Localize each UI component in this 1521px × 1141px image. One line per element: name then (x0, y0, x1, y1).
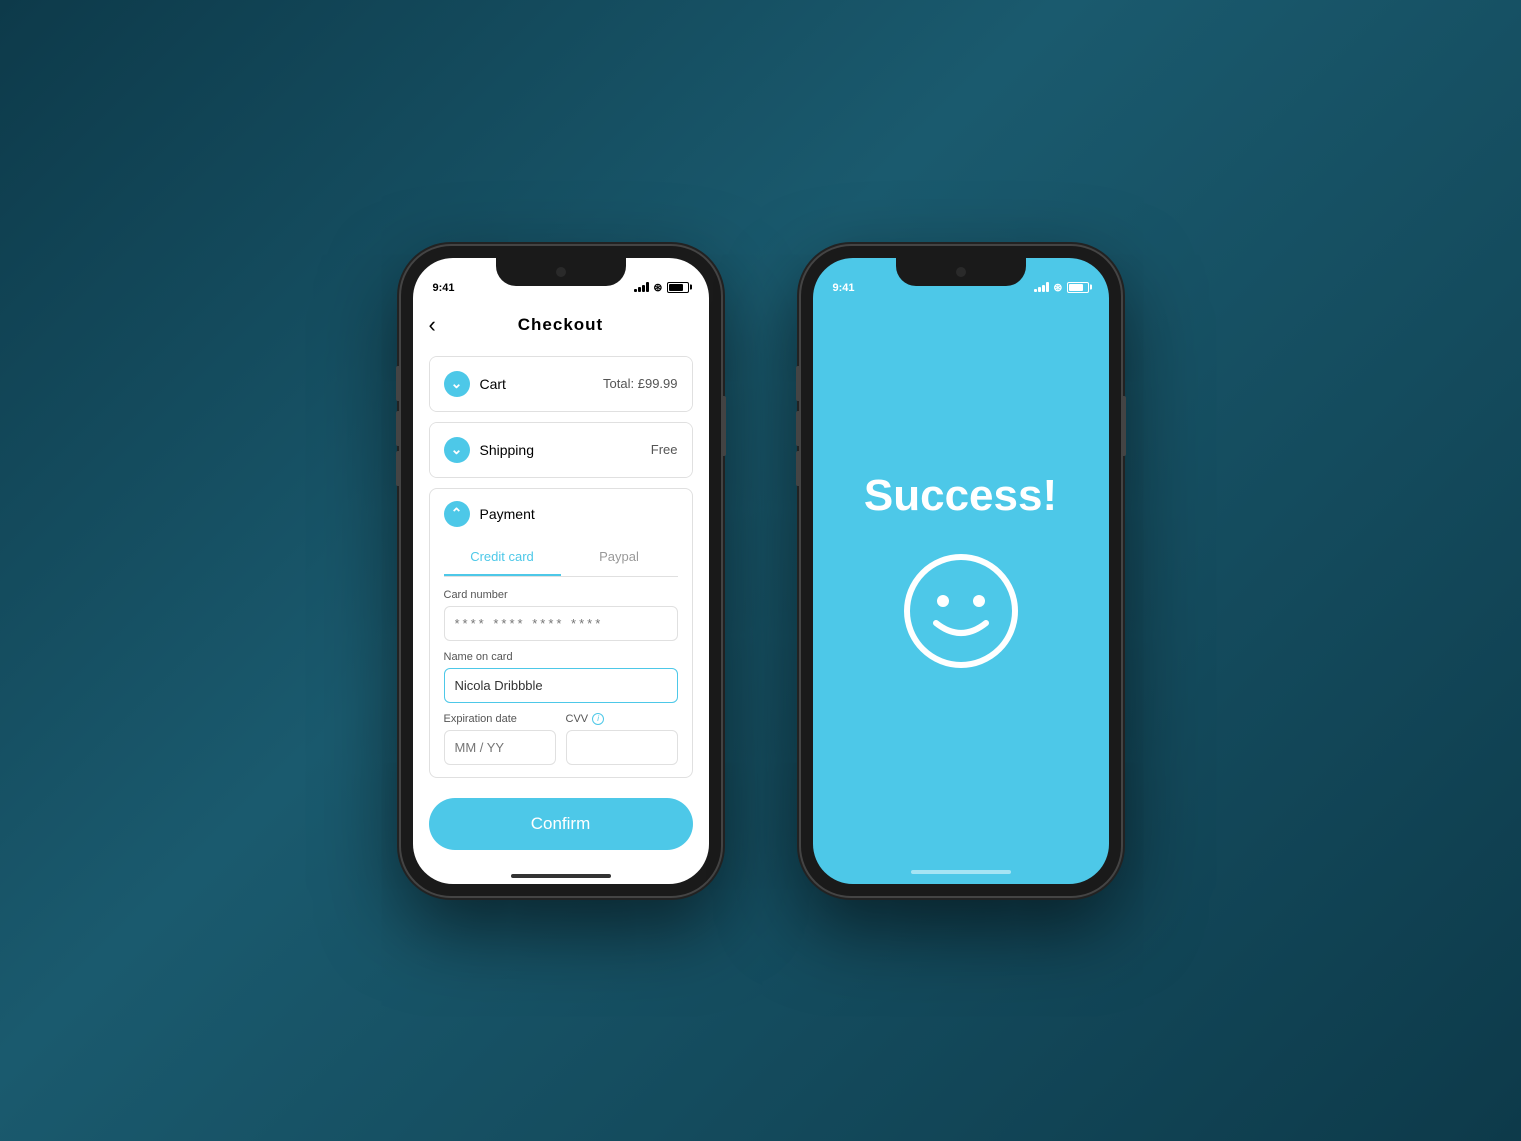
cart-total: Total: £99.99 (603, 376, 677, 391)
success-screen-wrapper: 9:41 ⊛ Success! (813, 258, 1109, 884)
wifi-icon-2: ⊛ (1053, 281, 1062, 294)
checkout-body: ⌄ Cart Total: £99.99 ⌄ Shipping Free ⌃ P… (413, 344, 709, 790)
cvv-input[interactable] (566, 730, 678, 765)
cart-accordion-header[interactable]: ⌄ Cart Total: £99.99 (430, 357, 692, 411)
status-icons-2: ⊛ (1034, 281, 1088, 294)
cart-chevron-icon: ⌄ (444, 371, 470, 397)
confirm-button[interactable]: Confirm (429, 798, 693, 850)
page-title: Checkout (518, 315, 603, 335)
signal-icon-2 (1034, 282, 1049, 292)
home-indicator (413, 866, 709, 884)
payment-label: Payment (480, 506, 678, 522)
payment-section: ⌃ Payment Credit card Paypal Card number… (429, 488, 693, 778)
card-number-input[interactable] (444, 606, 678, 641)
card-number-group: Card number (444, 589, 678, 641)
payment-chevron-icon: ⌃ (444, 501, 470, 527)
cart-label: Cart (480, 376, 594, 392)
cvv-group: CVV i (566, 713, 678, 765)
expiry-group: Expiration date (444, 713, 556, 765)
expiry-label: Expiration date (444, 713, 556, 725)
notch (496, 258, 626, 286)
status-time-2: 9:41 (833, 282, 855, 294)
shipping-chevron-icon: ⌄ (444, 437, 470, 463)
status-icons: ⊛ (634, 281, 688, 294)
notch-dot (556, 267, 566, 277)
payment-tabs: Credit card Paypal (444, 539, 678, 577)
name-input[interactable] (444, 668, 678, 703)
shipping-accordion[interactable]: ⌄ Shipping Free (429, 422, 693, 478)
cart-accordion[interactable]: ⌄ Cart Total: £99.99 (429, 356, 693, 412)
expiry-input[interactable] (444, 730, 556, 765)
payment-header[interactable]: ⌃ Payment (430, 489, 692, 539)
notch-dot-2 (956, 267, 966, 277)
phone-success: 9:41 ⊛ Success! (801, 246, 1121, 896)
notch-2 (896, 258, 1026, 286)
checkout-header: ‹ Checkout (413, 302, 709, 344)
wifi-icon: ⊛ (653, 281, 662, 294)
tab-paypal[interactable]: Paypal (561, 539, 678, 576)
tab-credit-card[interactable]: Credit card (444, 539, 561, 576)
success-screen: 9:41 ⊛ Success! (813, 258, 1109, 884)
success-title: Success! (864, 471, 1057, 521)
battery-icon (667, 282, 689, 293)
status-time: 9:41 (433, 282, 455, 294)
shipping-value: Free (651, 442, 678, 457)
signal-icon (634, 282, 649, 292)
name-label: Name on card (444, 651, 678, 663)
back-button[interactable]: ‹ (429, 314, 436, 336)
battery-icon-2 (1067, 282, 1089, 293)
shipping-accordion-header[interactable]: ⌄ Shipping Free (430, 423, 692, 477)
phone-checkout: 9:41 ⊛ ‹ Checkout ⌄ Cart (401, 246, 721, 896)
home-bar-2 (911, 870, 1011, 874)
checkout-screen: 9:41 ⊛ ‹ Checkout ⌄ Cart (413, 258, 709, 884)
card-number-label: Card number (444, 589, 678, 601)
expiry-cvv-row: Expiration date CVV i (444, 713, 678, 765)
cvv-info-icon[interactable]: i (592, 713, 604, 725)
payment-form: Card number Name on card Expiration date (430, 577, 692, 777)
shipping-label: Shipping (480, 442, 641, 458)
home-indicator-2 (911, 870, 1011, 874)
battery-fill (669, 284, 683, 291)
smiley-icon (901, 551, 1021, 671)
cvv-label: CVV i (566, 713, 678, 725)
home-bar (511, 874, 611, 878)
name-group: Name on card (444, 651, 678, 703)
battery-fill-2 (1069, 284, 1083, 291)
